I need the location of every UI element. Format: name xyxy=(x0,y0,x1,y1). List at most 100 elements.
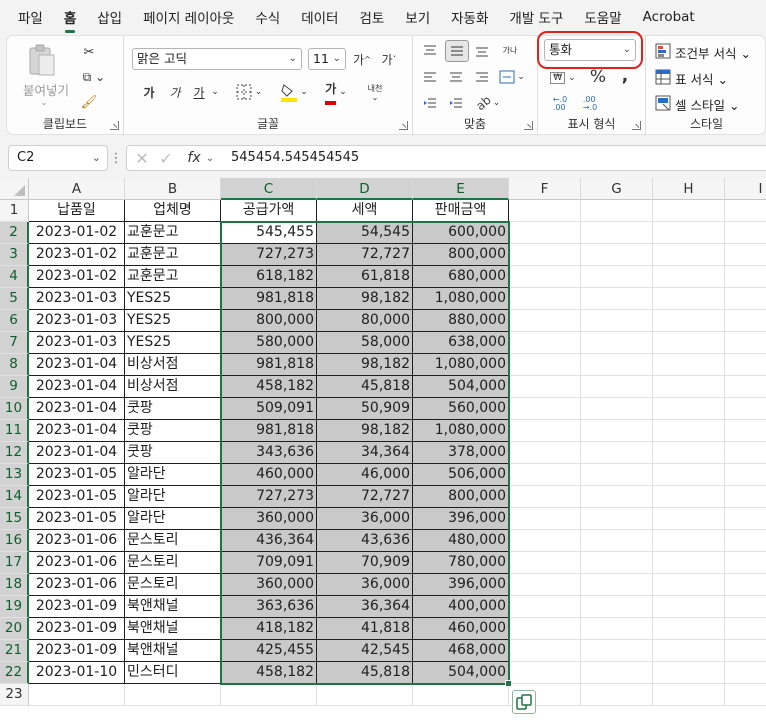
cell[interactable]: 43,636 xyxy=(317,530,413,552)
conditional-formatting-button[interactable]: 조건부 서식 ⌄ xyxy=(675,43,751,62)
conditional-formatting-icon[interactable] xyxy=(654,42,672,60)
row-header[interactable]: 11 xyxy=(0,420,29,442)
column-header-g[interactable]: G xyxy=(581,178,653,200)
font-launcher-icon[interactable] xyxy=(399,121,408,130)
cell[interactable] xyxy=(509,596,581,618)
cell[interactable]: 업체명 xyxy=(125,200,221,222)
cell[interactable]: 2023-01-04 xyxy=(29,398,125,420)
column-header-h[interactable]: H xyxy=(653,178,725,200)
copy-icon[interactable]: ⧉ ⌄ xyxy=(79,68,109,86)
cell[interactable] xyxy=(725,222,766,244)
cell[interactable]: 45,818 xyxy=(317,376,413,398)
cell[interactable]: 비상서점 xyxy=(125,376,221,398)
cell[interactable] xyxy=(653,684,725,706)
cell[interactable]: 2023-01-05 xyxy=(29,486,125,508)
spreadsheet-grid[interactable]: A B C D E F G H I 1 2 3 4 5 6 7 8 9 10 11 12 13 14 15 16 17 18 19 20… xyxy=(0,178,766,723)
cell[interactable]: 378,000 xyxy=(413,442,509,464)
cell[interactable]: 2023-01-02 xyxy=(29,266,125,288)
cell[interactable] xyxy=(581,596,653,618)
row-header[interactable]: 7 xyxy=(0,332,29,354)
cell[interactable] xyxy=(653,398,725,420)
cell[interactable]: 2023-01-10 xyxy=(29,662,125,684)
cell[interactable] xyxy=(509,618,581,640)
cell[interactable] xyxy=(725,420,766,442)
shrink-font-icon[interactable]: 가ˇ xyxy=(379,48,399,70)
cell[interactable]: 396,000 xyxy=(413,574,509,596)
cell[interactable]: 727,273 xyxy=(221,486,317,508)
cell[interactable] xyxy=(725,310,766,332)
cell[interactable] xyxy=(509,640,581,662)
cell[interactable]: 북앤채널 xyxy=(125,618,221,640)
cell[interactable]: 98,182 xyxy=(317,288,413,310)
select-all-corner[interactable] xyxy=(0,178,29,200)
cell[interactable] xyxy=(653,552,725,574)
row-header[interactable]: 22 xyxy=(0,662,29,684)
cell[interactable] xyxy=(653,662,725,684)
cell[interactable] xyxy=(725,376,766,398)
cell[interactable]: 공급가액 xyxy=(221,200,317,222)
cell[interactable]: 460,000 xyxy=(413,618,509,640)
cell[interactable] xyxy=(509,266,581,288)
cell[interactable]: 북앤채널 xyxy=(125,596,221,618)
cell[interactable] xyxy=(581,420,653,442)
cell[interactable]: YES25 xyxy=(125,288,221,310)
cell[interactable]: 709,091 xyxy=(221,552,317,574)
cell[interactable] xyxy=(653,376,725,398)
cell[interactable]: 418,182 xyxy=(221,618,317,640)
cell[interactable]: 618,182 xyxy=(221,266,317,288)
cell[interactable] xyxy=(725,288,766,310)
cell[interactable]: 800,000 xyxy=(221,310,317,332)
cell[interactable] xyxy=(725,266,766,288)
cell[interactable] xyxy=(581,530,653,552)
align-right-icon[interactable] xyxy=(473,68,491,86)
cell[interactable]: 세액 xyxy=(317,200,413,222)
cell[interactable] xyxy=(725,200,766,222)
cell[interactable]: 58,000 xyxy=(317,332,413,354)
cell[interactable]: 800,000 xyxy=(413,244,509,266)
column-header-e[interactable]: E xyxy=(413,178,509,200)
cell[interactable]: 알라단 xyxy=(125,464,221,486)
ribbon-tab[interactable]: 자동화 xyxy=(451,3,488,31)
cell[interactable] xyxy=(413,684,509,706)
cell[interactable]: 638,000 xyxy=(413,332,509,354)
ribbon-tab[interactable]: 도움말 xyxy=(584,3,621,31)
font-name-select[interactable]: 맑은 고딕 ⌄ xyxy=(132,48,302,70)
cell[interactable] xyxy=(581,662,653,684)
align-left-icon[interactable] xyxy=(421,68,439,86)
cell[interactable]: 2023-01-05 xyxy=(29,508,125,530)
italic-button[interactable]: 가 xyxy=(166,82,184,102)
merge-center-icon[interactable]: ⌄ xyxy=(497,68,527,86)
cell[interactable]: 34,364 xyxy=(317,442,413,464)
row-header[interactable]: 18 xyxy=(0,574,29,596)
cell[interactable]: 600,000 xyxy=(413,222,509,244)
cell[interactable] xyxy=(725,596,766,618)
column-header-a[interactable]: A xyxy=(29,178,125,200)
ribbon-tab[interactable]: 보기 xyxy=(405,3,430,31)
cell[interactable]: 쿳팡 xyxy=(125,442,221,464)
cell[interactable] xyxy=(653,508,725,530)
cell[interactable]: 468,000 xyxy=(413,640,509,662)
cell[interactable]: 343,636 xyxy=(221,442,317,464)
row-header[interactable]: 1 xyxy=(0,200,29,222)
quick-analysis-icon[interactable] xyxy=(512,690,536,714)
row-header[interactable]: 8 xyxy=(0,354,29,376)
cell[interactable] xyxy=(581,332,653,354)
cell[interactable] xyxy=(581,486,653,508)
fill-handle[interactable] xyxy=(505,680,512,687)
cell[interactable] xyxy=(653,574,725,596)
cell[interactable] xyxy=(725,574,766,596)
cell[interactable] xyxy=(509,662,581,684)
cell[interactable] xyxy=(581,354,653,376)
cell[interactable] xyxy=(509,442,581,464)
cell[interactable]: 981,818 xyxy=(221,288,317,310)
cell[interactable] xyxy=(725,244,766,266)
cell[interactable] xyxy=(509,420,581,442)
cell[interactable] xyxy=(509,530,581,552)
cell[interactable]: 판매금액 xyxy=(413,200,509,222)
cell[interactable]: 981,818 xyxy=(221,354,317,376)
accounting-format-icon[interactable]: ₩ ⌄ xyxy=(546,68,580,88)
cell[interactable]: 545,455 xyxy=(221,222,317,244)
cell[interactable] xyxy=(581,376,653,398)
insert-function-icon[interactable]: fx xyxy=(183,148,205,168)
increase-indent-icon[interactable] xyxy=(447,94,465,112)
